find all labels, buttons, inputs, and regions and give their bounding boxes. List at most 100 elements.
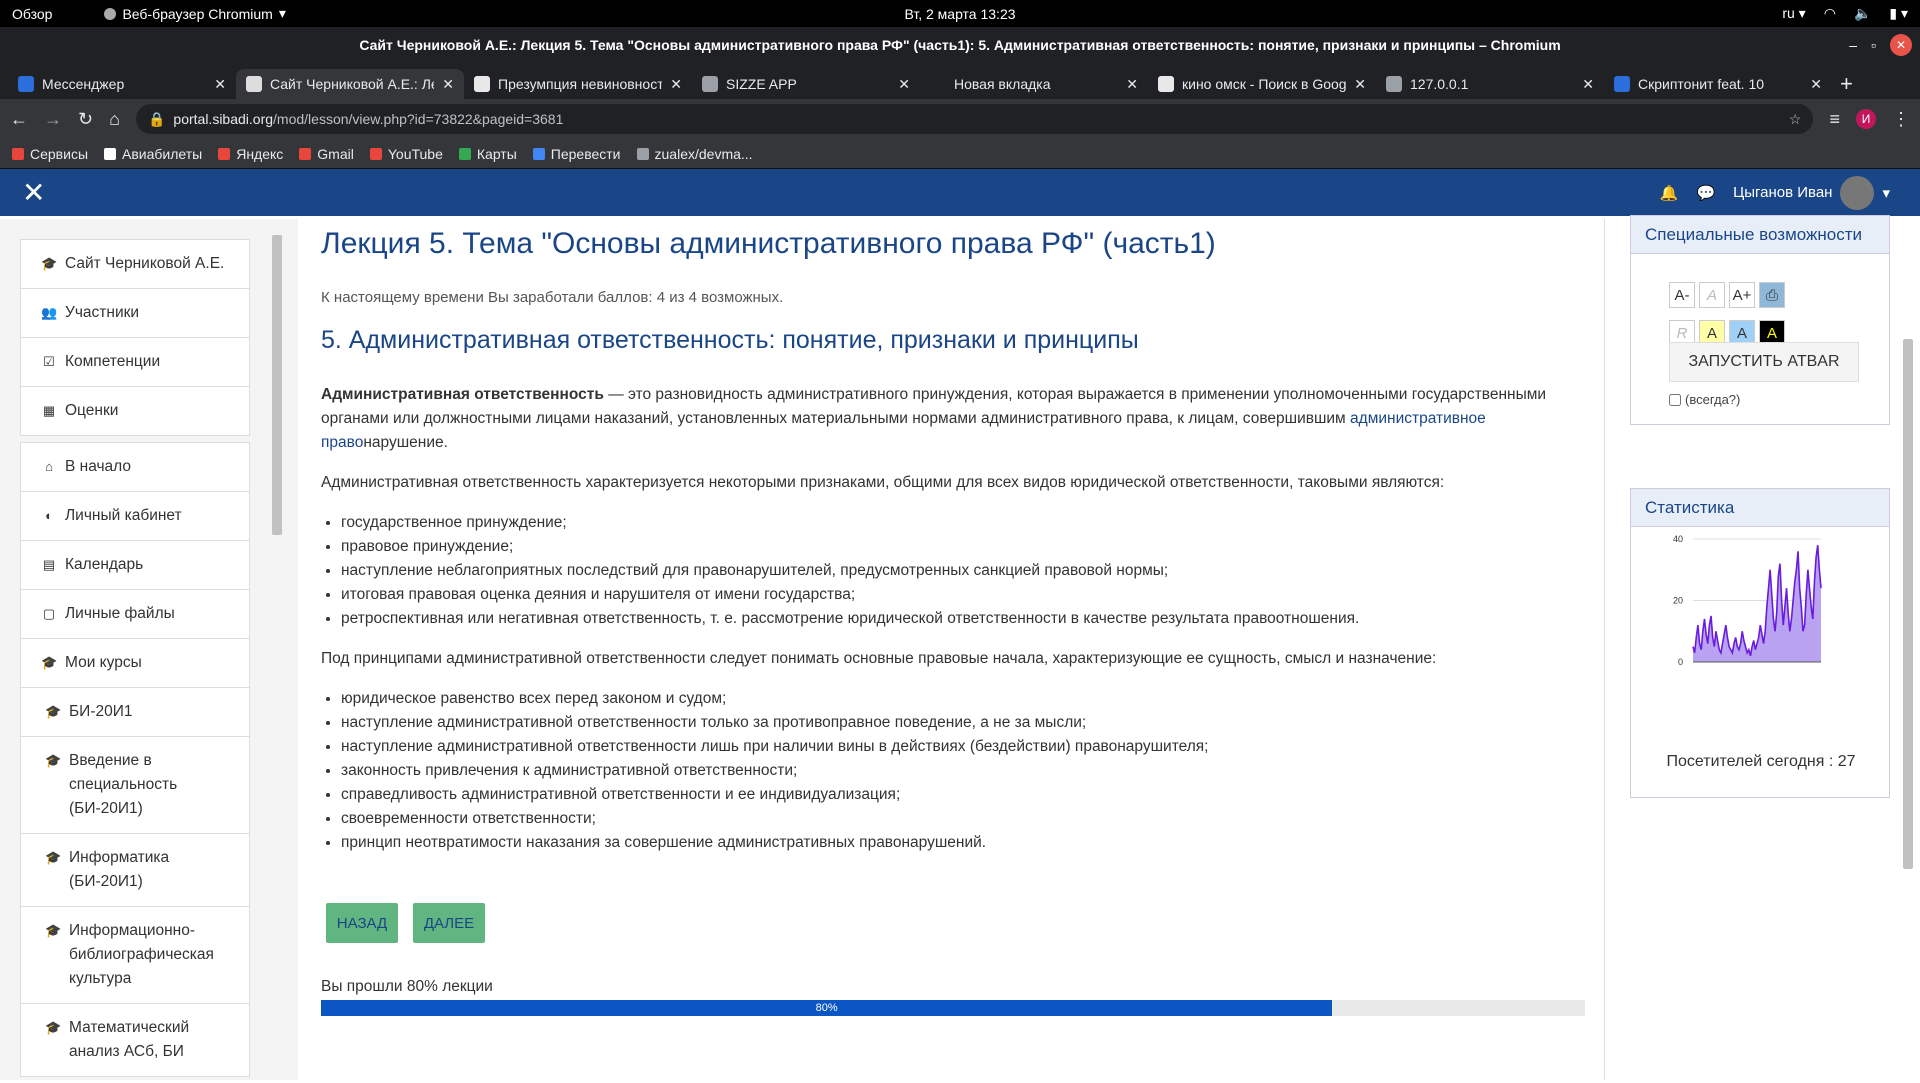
clock[interactable]: Вт, 2 марта 13:23 — [904, 6, 1015, 22]
score-text: К настоящему времени Вы заработали балло… — [321, 289, 784, 306]
always-option[interactable]: (всегда?) — [1669, 392, 1740, 407]
tab-4[interactable]: Новая вкладка ✕ — [920, 69, 1148, 99]
battery-icon[interactable]: ▮ ▾ — [1889, 5, 1908, 22]
sidebar-item[interactable]: 🎓 Мои курсы — [21, 639, 249, 688]
graduation-cap-icon: ▦ — [42, 403, 56, 418]
volume-icon[interactable]: 🔈 — [1854, 5, 1871, 22]
tab-favicon-icon — [18, 76, 34, 92]
bookmark-label: YouTube — [387, 145, 443, 162]
tab-close-icon[interactable]: ✕ — [1354, 76, 1366, 93]
graduation-cap-icon: ▤ — [42, 557, 56, 572]
definition-paragraph: Административная ответственность — это р… — [321, 383, 1591, 455]
sidebar-item-label: Введение в специальность (БИ-20И1) — [69, 752, 178, 817]
close-icon[interactable]: ✕ — [1890, 34, 1912, 56]
sidebar-item[interactable]: 🎓 Введение в специальность (БИ-20И1) — [21, 737, 249, 834]
paint-icon[interactable]: ⎙ — [1759, 282, 1785, 308]
tab-6[interactable]: 127.0.0.1 ✕ — [1376, 69, 1604, 99]
graduation-cap-icon: 🎓 — [45, 923, 62, 938]
progress-fill: 80% — [321, 1000, 1333, 1016]
messages-icon[interactable]: 💬 — [1696, 184, 1715, 202]
sidebar-item[interactable]: 🎓 Математический анализ АСб, БИ — [21, 1004, 249, 1076]
tab-1[interactable]: Сайт Черниковой А.Е.: Лекц ✕ — [236, 69, 464, 99]
y-tick-label: 0 — [1678, 657, 1683, 667]
always-checkbox[interactable] — [1669, 393, 1681, 406]
menu-icon[interactable]: ⋮ — [1892, 109, 1910, 130]
sidebar-item-label: Личные файлы — [65, 605, 175, 622]
tab-7[interactable]: Скриптонит feat. 10 ✕ — [1604, 69, 1832, 99]
bookmark-3[interactable]: Gmail — [299, 146, 354, 162]
reload-icon[interactable]: ↻ — [78, 109, 93, 130]
minimize-icon[interactable]: – — [1849, 37, 1857, 53]
lock-icon: 🔒 — [147, 110, 166, 127]
tab-close-icon[interactable]: ✕ — [1810, 76, 1822, 93]
new-tab-icon[interactable]: + — [1840, 69, 1853, 99]
sidebar-item-label: Мои курсы — [65, 654, 142, 671]
y-tick-label: 20 — [1673, 596, 1683, 606]
media-icon[interactable]: ≡ — [1829, 109, 1840, 130]
bookmark-4[interactable]: YouTube — [369, 145, 443, 162]
sidebar-item[interactable]: ▦ Оценки — [21, 387, 249, 435]
bookmark-5[interactable]: Карты — [458, 145, 517, 162]
forward-icon[interactable]: → — [44, 109, 62, 130]
maximize-icon[interactable]: ▫ — [1871, 37, 1876, 53]
reset-text-button[interactable]: A — [1699, 282, 1725, 308]
site-header: ✕ 🔔 💬 Цыганов Иван ▾ — [0, 169, 1920, 216]
bookmark-label: Сервисы — [30, 145, 89, 162]
sidebar-item[interactable]: 🎓 Информационно-библиографическая культур… — [21, 907, 249, 1004]
sidebar-item[interactable]: ▤ Календарь — [21, 541, 249, 590]
increase-text-button[interactable]: A+ — [1729, 282, 1755, 308]
sidebar-item-label: В начало — [65, 458, 132, 475]
bookmark-favicon-icon — [532, 147, 545, 160]
sidebar-item[interactable]: 🎓 Информатика (БИ-20И1) — [21, 834, 249, 907]
next-button[interactable]: ДАЛЕЕ — [413, 903, 485, 943]
back-button[interactable]: НАЗАД — [326, 903, 398, 943]
tab-favicon-icon — [246, 76, 262, 92]
back-icon[interactable]: ← — [10, 109, 28, 130]
tab-close-icon[interactable]: ✕ — [1126, 76, 1138, 93]
address-bar[interactable]: 🔒 portal.sibadi.org/mod/lesson/view.php?… — [135, 104, 1814, 134]
list-item: наступление административной ответственн… — [341, 735, 1591, 759]
tab-2[interactable]: Презумпция невиновности ✕ — [464, 69, 692, 99]
home-icon[interactable]: ⌂ — [109, 109, 120, 130]
tab-close-icon[interactable]: ✕ — [670, 76, 682, 93]
user-name: Цыганов Иван — [1733, 184, 1833, 201]
sidebar-item[interactable]: ⌂ В начало — [21, 443, 249, 492]
definition-term: Административная ответственность — [321, 386, 604, 403]
graduation-cap-icon: ⌂ — [45, 459, 53, 474]
decrease-text-button[interactable]: A- — [1669, 282, 1695, 308]
sidebar-item[interactable]: 🎓 БИ-20И1 — [21, 688, 249, 737]
app-menu[interactable]: Веб-браузер Chromium ▾ — [104, 5, 286, 22]
graduation-cap-icon: 🎓 — [45, 1020, 62, 1035]
close-drawer-icon[interactable]: ✕ — [22, 176, 45, 209]
atbar-button[interactable]: ЗАПУСТИТЬ ATBAR — [1669, 342, 1859, 382]
tab-5[interactable]: кино омск - Поиск в Google ✕ — [1148, 69, 1376, 99]
sidebar-item[interactable]: 🎓 Сайт Черниковой А.Е. — [21, 240, 249, 289]
bookmark-2[interactable]: Яндекс — [218, 146, 283, 162]
user-menu[interactable]: Цыганов Иван ▾ — [1733, 175, 1890, 210]
bookmark-label: Карты — [476, 145, 517, 162]
list-item: ретроспективная или негативная ответстве… — [341, 607, 1591, 631]
notifications-icon[interactable]: 🔔 — [1660, 184, 1679, 202]
tab-0[interactable]: Мессенджер ✕ — [8, 69, 236, 99]
bookmark-1[interactable]: Авиабилеты — [104, 146, 202, 162]
profile-avatar[interactable]: И — [1856, 109, 1876, 129]
bookmark-7[interactable]: zualex/devma... — [636, 146, 753, 162]
tab-favicon-icon — [930, 76, 946, 92]
bookmark-0[interactable]: Сервисы — [12, 146, 88, 162]
sidebar-item[interactable]: ◐ Личный кабинет — [21, 492, 249, 541]
sidebar-item[interactable]: ▢ Личные файлы — [21, 590, 249, 639]
overview-button[interactable]: Обзор — [12, 6, 52, 22]
tab-close-icon[interactable]: ✕ — [214, 76, 226, 93]
page-scrollbar[interactable] — [1902, 219, 1914, 1080]
sidebar-item[interactable]: ☑ Компетенции — [21, 338, 249, 387]
tab-close-icon[interactable]: ✕ — [898, 76, 910, 93]
language-indicator[interactable]: ru ▾ — [1782, 5, 1805, 22]
sidebar-item[interactable]: 👥 Участники — [21, 289, 249, 338]
wifi-icon[interactable]: ◠ — [1824, 5, 1836, 22]
star-icon[interactable]: ☆ — [1789, 111, 1802, 128]
tab-close-icon[interactable]: ✕ — [442, 76, 454, 93]
bookmark-6[interactable]: Перевести — [532, 146, 621, 162]
tab-close-icon[interactable]: ✕ — [1582, 76, 1594, 93]
tab-3[interactable]: SIZZE APP ✕ — [692, 69, 920, 99]
drawer-scrollbar[interactable] — [272, 223, 282, 1080]
